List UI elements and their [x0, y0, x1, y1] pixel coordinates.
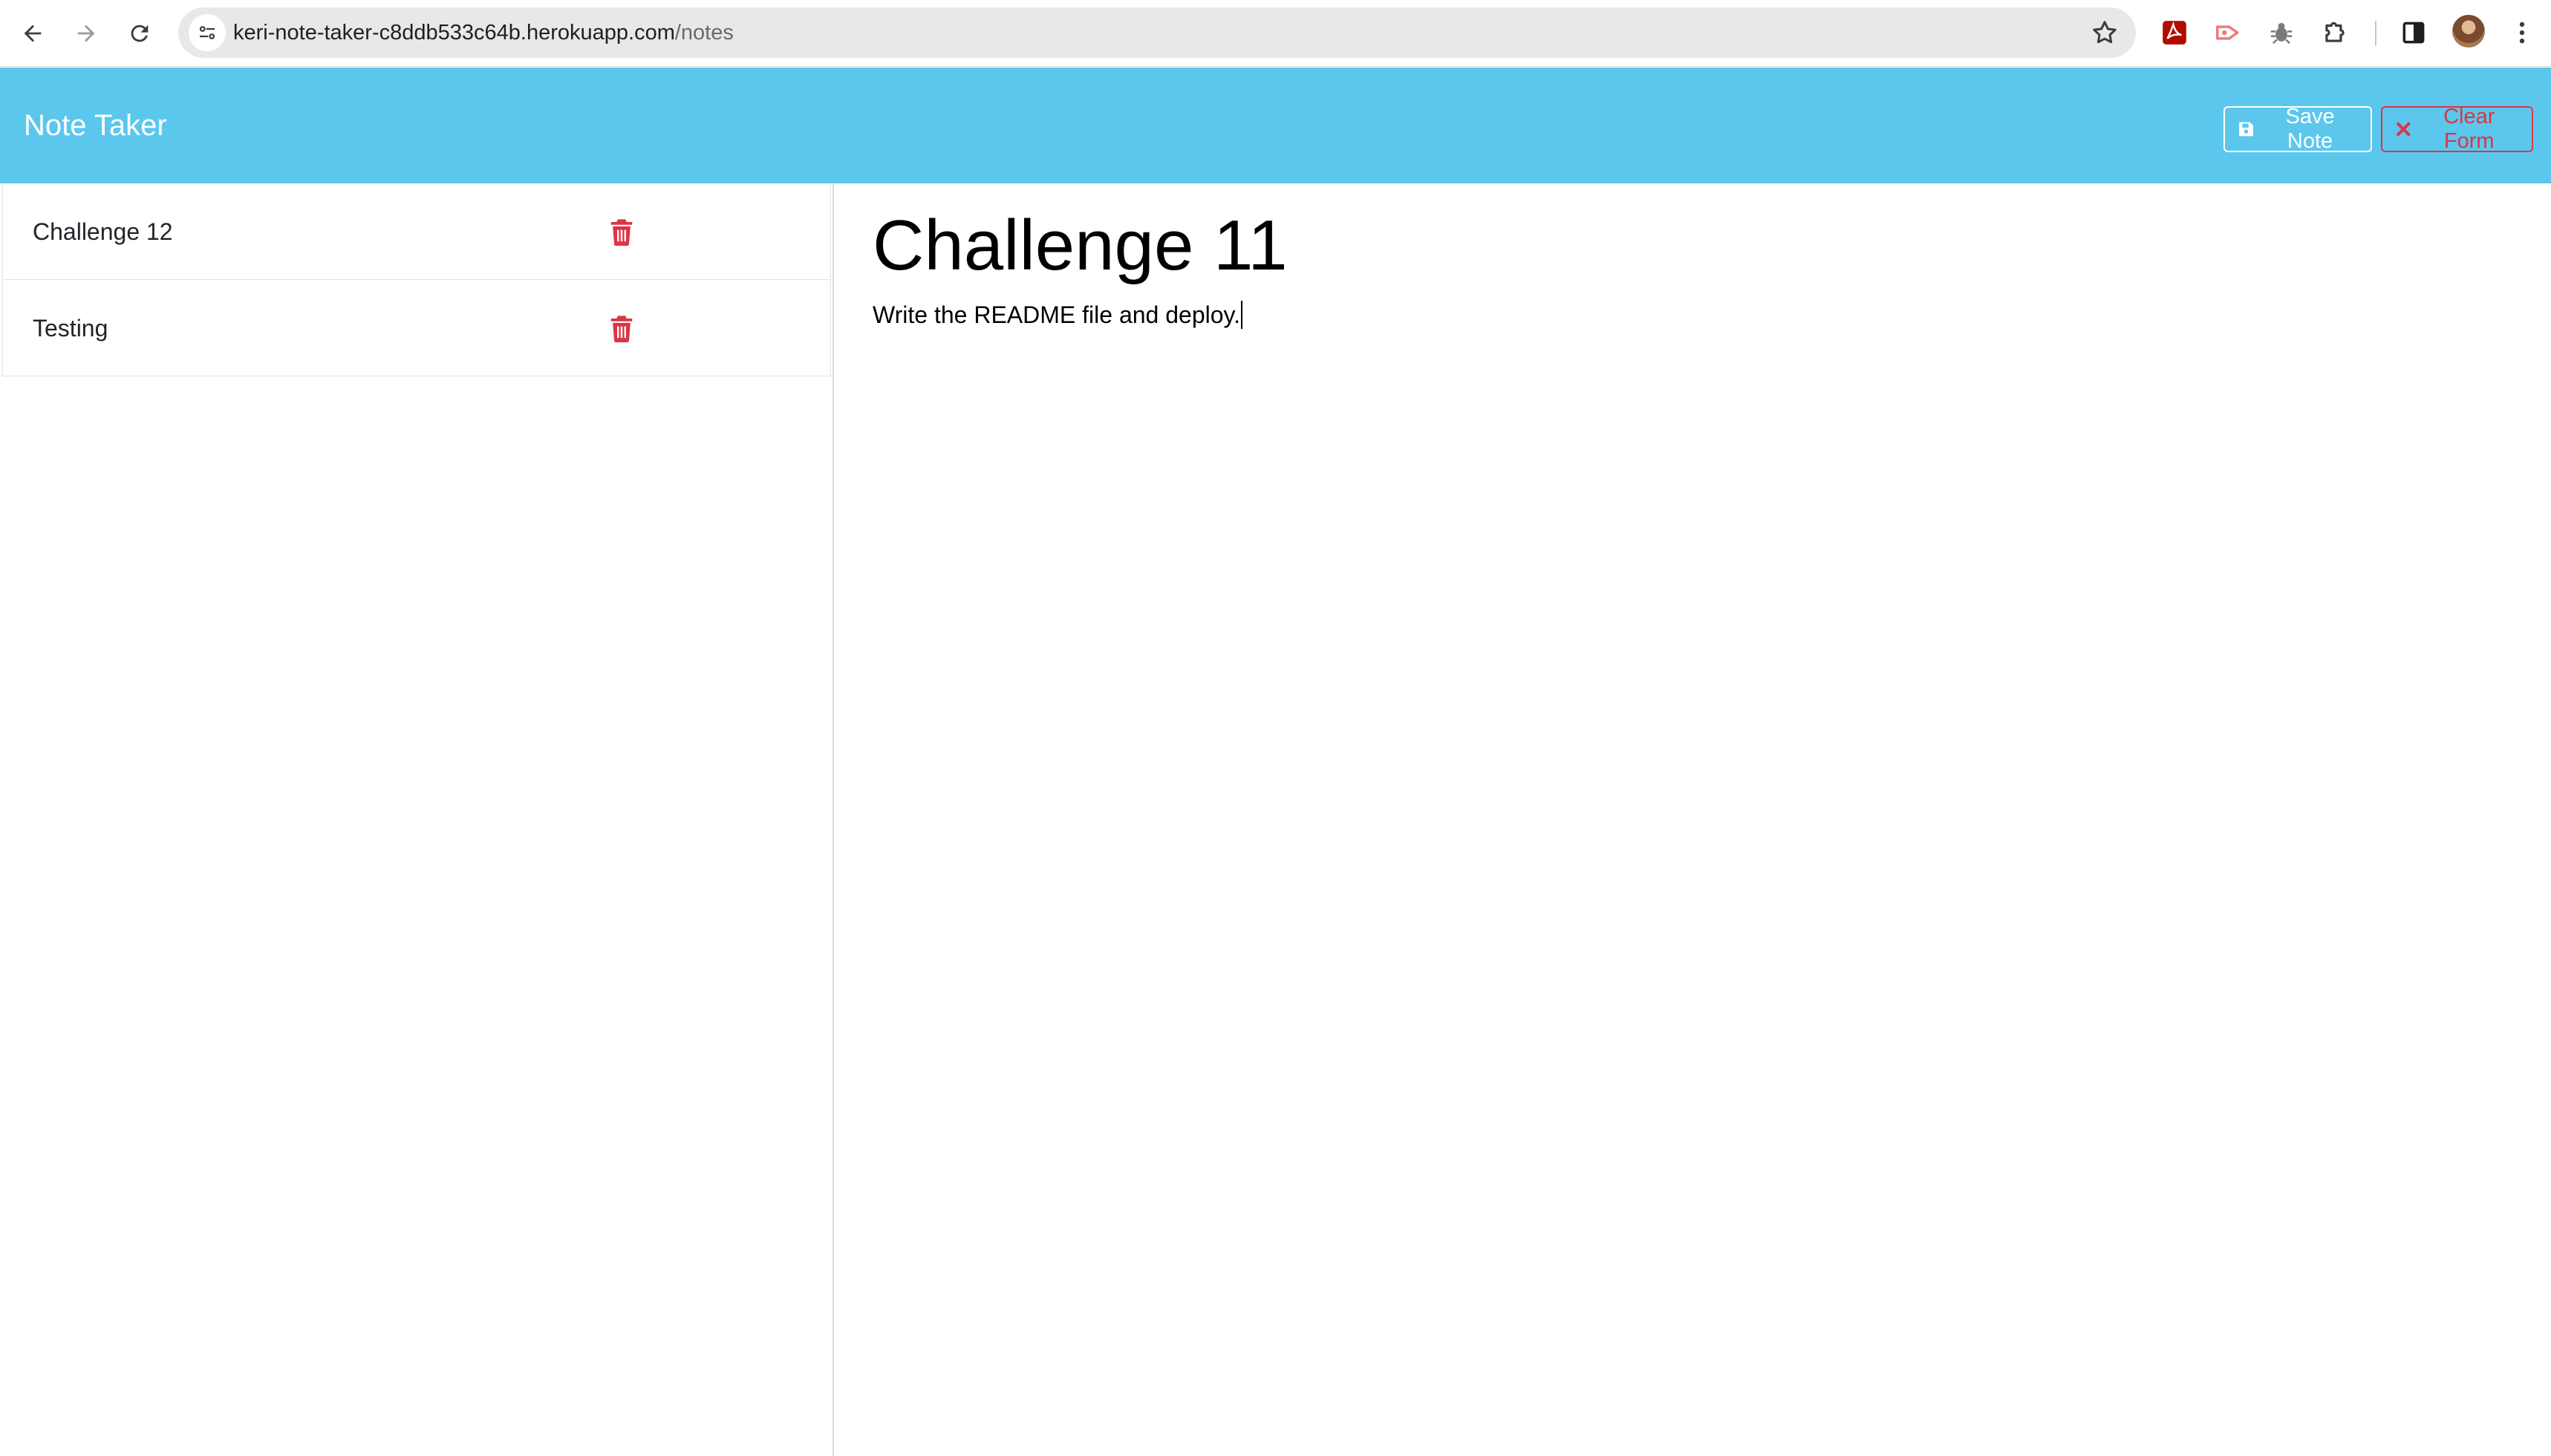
note-list: Challenge 12 Testing: [0, 183, 833, 376]
pdf-extension-button[interactable]: [2157, 15, 2192, 50]
side-panel-button[interactable]: [2396, 15, 2431, 50]
site-info-button[interactable]: [189, 14, 226, 51]
browser-toolbar: keri-note-taker-c8ddb533c64b.herokuapp.c…: [0, 0, 2551, 67]
save-icon: [2239, 122, 2253, 137]
note-item-title[interactable]: Challenge 12: [33, 183, 173, 280]
trash-icon[interactable]: [609, 314, 634, 342]
note-text-area[interactable]: Write the README file and deploy.: [873, 301, 1243, 329]
text-caret: [1241, 301, 1243, 329]
toolbar-divider: [2375, 21, 2376, 46]
screen-recorder-extension-icon: [2216, 25, 2239, 40]
pdf-extension-icon: [2163, 21, 2186, 45]
bug-extension-icon: [2270, 22, 2293, 45]
forward-icon: [77, 25, 95, 42]
side-panel-icon: [2402, 22, 2425, 44]
url-host: keri-note-taker-c8ddb533c64b.herokuapp.c…: [233, 21, 675, 45]
clear-form-label: Clear Form: [2443, 105, 2495, 153]
forward-button[interactable]: [65, 13, 107, 54]
extensions-puzzle-icon: [2325, 22, 2345, 42]
more-menu-button[interactable]: [2504, 15, 2540, 50]
trash-icon[interactable]: [609, 218, 634, 246]
note-editor: Challenge 11 Write the README file and d…: [835, 183, 2551, 1456]
back-button[interactable]: [12, 13, 53, 54]
note-list-item[interactable]: Challenge 12: [2, 183, 831, 280]
close-icon: [2397, 122, 2411, 137]
note-text: Write the README file and deploy.: [873, 301, 1241, 328]
note-item-title[interactable]: Testing: [33, 280, 108, 376]
bug-extension-button[interactable]: [2264, 15, 2299, 50]
reload-button[interactable]: [119, 13, 160, 54]
address-bar[interactable]: keri-note-taker-c8ddb533c64b.herokuapp.c…: [178, 7, 2136, 58]
extensions-button[interactable]: [2317, 15, 2353, 50]
bookmark-star-icon[interactable]: [2090, 18, 2120, 48]
save-note-button[interactable]: Save Note: [2223, 105, 2372, 153]
more-menu-icon: [2519, 22, 2525, 44]
url-text[interactable]: keri-note-taker-c8ddb533c64b.herokuapp.c…: [233, 7, 734, 58]
screen-recorder-extension-button[interactable]: [2210, 15, 2246, 50]
site-info-icon: [199, 26, 215, 39]
note-title-input[interactable]: Challenge 11: [873, 203, 1288, 288]
app-navbar: Note Taker Save Note Clear Form: [0, 68, 2551, 183]
app-brand[interactable]: Note Taker: [24, 68, 167, 183]
note-list-item[interactable]: Testing: [2, 280, 831, 376]
url-path: /notes: [674, 21, 734, 45]
navbar-actions: Save Note Clear Form: [2223, 105, 2533, 153]
notes-sidebar: Challenge 12 Testing: [0, 183, 834, 1456]
clear-form-button[interactable]: Clear Form: [2381, 105, 2533, 153]
reload-icon: [131, 25, 149, 42]
profile-avatar[interactable]: [2452, 15, 2485, 48]
save-note-label: Save Note: [2285, 105, 2335, 153]
back-icon: [24, 25, 42, 42]
